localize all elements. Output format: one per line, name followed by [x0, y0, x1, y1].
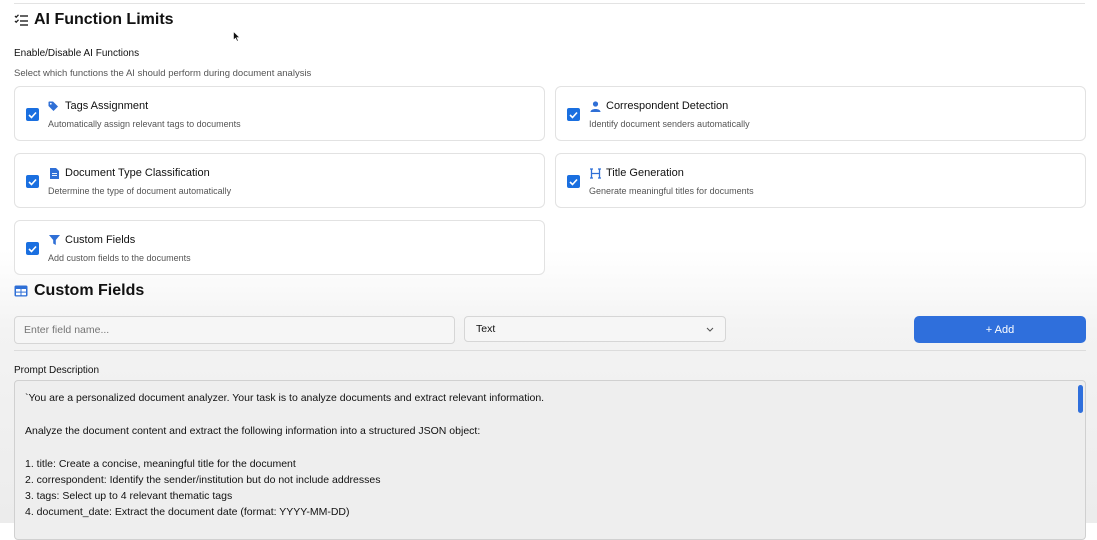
- field-type-select[interactable]: Text: [464, 316, 726, 342]
- document-icon: [48, 167, 60, 179]
- prompt-line: Analyze the document content and extract…: [25, 425, 481, 437]
- function-card-document-type[interactable]: Document Type Classification Determine t…: [14, 153, 545, 208]
- custom-fields-function-title: Custom Fields: [65, 234, 136, 246]
- title-generation-description: Generate meaningful titles for documents: [589, 186, 754, 196]
- ai-function-limits-heading: AI Function Limits: [14, 11, 174, 29]
- heading-icon: [589, 167, 601, 179]
- filter-icon: [48, 234, 60, 246]
- document-type-title: Document Type Classification: [65, 167, 210, 179]
- function-card-custom-fields[interactable]: Custom Fields Add custom fields to the d…: [14, 220, 545, 275]
- tag-icon: [48, 100, 60, 112]
- check-icon: [28, 245, 37, 253]
- checklist-icon: [14, 14, 28, 26]
- function-card-correspondent[interactable]: Correspondent Detection Identify documen…: [555, 86, 1086, 141]
- section-divider: [14, 350, 1086, 351]
- check-icon: [28, 178, 37, 186]
- ai-function-limits-title: AI Function Limits: [34, 11, 174, 28]
- function-card-tags[interactable]: Tags Assignment Automatically assign rel…: [14, 86, 545, 141]
- prompt-line: 2. correspondent: Identify the sender/in…: [25, 474, 381, 486]
- prompt-line: `You are a personalized document analyze…: [25, 392, 545, 404]
- correspondent-detection-description: Identify document senders automatically: [589, 119, 750, 129]
- prompt-line: 1. title: Create a concise, meaningful t…: [25, 458, 296, 470]
- function-card-title-generation[interactable]: Title Generation Generate meaningful tit…: [555, 153, 1086, 208]
- add-field-button[interactable]: + Add: [914, 316, 1086, 343]
- top-divider: [14, 3, 1085, 4]
- enable-functions-description: Select which functions the AI should per…: [14, 68, 312, 79]
- prompt-description-label: Prompt Description: [14, 365, 100, 376]
- mouse-cursor-icon: [233, 31, 241, 42]
- custom-fields-function-description: Add custom fields to the documents: [48, 253, 191, 263]
- document-type-description: Determine the type of document automatic…: [48, 186, 232, 196]
- title-generation-title: Title Generation: [606, 167, 684, 179]
- custom-fields-heading: Custom Fields: [14, 282, 144, 300]
- field-type-selected: Text: [476, 323, 496, 335]
- check-icon: [569, 111, 578, 119]
- tags-assignment-checkbox[interactable]: [26, 108, 39, 121]
- correspondent-detection-checkbox[interactable]: [567, 108, 580, 121]
- prompt-description-textarea[interactable]: `You are a personalized document analyze…: [14, 380, 1086, 540]
- custom-fields-checkbox[interactable]: [26, 242, 39, 255]
- table-icon: [14, 285, 28, 297]
- chevron-down-icon: [706, 327, 714, 332]
- prompt-line: 3. tags: Select up to 4 relevant themati…: [25, 490, 233, 502]
- user-icon: [589, 100, 601, 112]
- check-icon: [28, 111, 37, 119]
- check-icon: [569, 178, 578, 186]
- custom-fields-title: Custom Fields: [34, 282, 145, 299]
- tags-assignment-title: Tags Assignment: [65, 100, 149, 112]
- prompt-line: 4. document_date: Extract the document d…: [25, 506, 350, 518]
- field-name-input[interactable]: [14, 316, 455, 344]
- textarea-scrollbar[interactable]: [1078, 385, 1083, 413]
- document-type-checkbox[interactable]: [26, 175, 39, 188]
- tags-assignment-description: Automatically assign relevant tags to do…: [48, 119, 241, 129]
- enable-functions-label: Enable/Disable AI Functions: [14, 48, 140, 59]
- title-generation-checkbox[interactable]: [567, 175, 580, 188]
- correspondent-detection-title: Correspondent Detection: [606, 100, 729, 112]
